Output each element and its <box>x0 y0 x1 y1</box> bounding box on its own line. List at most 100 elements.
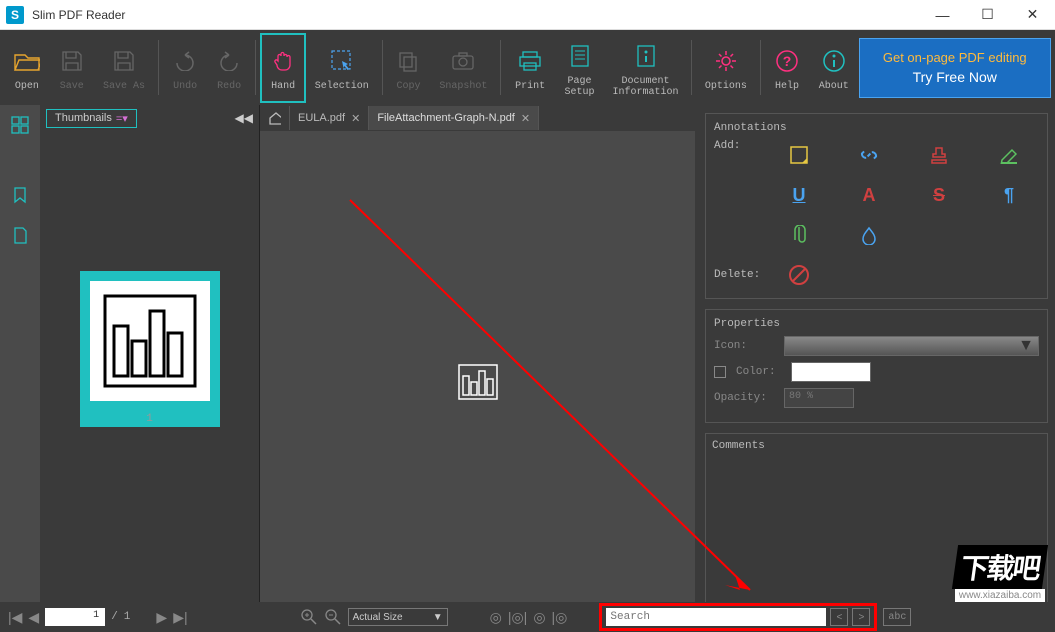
home-tab[interactable] <box>260 106 290 130</box>
bookmark-icon[interactable] <box>6 181 34 209</box>
zoom-out-icon[interactable] <box>324 608 342 626</box>
view-mode-icon[interactable]: ◎ <box>490 609 502 626</box>
print-button[interactable]: Print <box>505 33 554 103</box>
last-page-button[interactable]: ▶| <box>173 609 187 626</box>
titlebar: S Slim PDF Reader — ☐ ✕ <box>0 0 1055 30</box>
highlight-icon[interactable] <box>979 140 1039 170</box>
minimize-button[interactable]: — <box>920 0 965 30</box>
link-icon[interactable] <box>839 140 899 170</box>
maximize-button[interactable]: ☐ <box>965 0 1010 30</box>
open-button[interactable]: Open <box>4 33 50 103</box>
document-area: EULA.pdf✕ FileAttachment-Graph-N.pdf✕ <box>260 105 695 632</box>
options-button[interactable]: Options <box>696 33 756 103</box>
search-input[interactable] <box>606 608 826 626</box>
save-icon <box>61 43 83 79</box>
delete-label: Delete: <box>714 269 769 281</box>
close-tab-icon[interactable]: ✕ <box>351 112 360 125</box>
thumbnail-page-1[interactable]: 1 <box>80 271 220 427</box>
app-title: Slim PDF Reader <box>32 8 920 22</box>
prev-page-button[interactable]: ◀ <box>28 609 39 626</box>
thumbnails-dropdown[interactable]: Thumbnails=▾ <box>46 109 137 128</box>
separator <box>158 40 159 95</box>
view-mode-icon[interactable]: |◎| <box>508 609 528 626</box>
attachment-icon[interactable] <box>6 221 34 249</box>
page-setup-button[interactable]: Page Setup <box>555 33 604 103</box>
page-total: 1 <box>124 611 131 623</box>
hand-tool-button[interactable]: Hand <box>260 33 306 103</box>
icon-label: Icon: <box>714 340 774 352</box>
document-info-icon <box>636 38 656 74</box>
separator <box>500 40 501 95</box>
add-label: Add: <box>714 140 769 250</box>
copy-icon <box>397 43 419 79</box>
first-page-button[interactable]: |◀ <box>8 609 22 626</box>
delete-annotation-icon[interactable] <box>769 260 829 290</box>
snapshot-button[interactable]: Snapshot <box>430 33 496 103</box>
help-button[interactable]: ? Help <box>765 33 809 103</box>
camera-icon <box>451 43 475 79</box>
help-icon: ? <box>775 43 799 79</box>
document-view[interactable] <box>260 131 695 632</box>
color-label: Color: <box>736 366 781 378</box>
view-mode-icon[interactable]: ◎ <box>533 609 545 626</box>
folder-open-icon <box>14 43 40 79</box>
redo-button[interactable]: Redo <box>207 33 251 103</box>
underline-icon[interactable]: U <box>769 180 829 210</box>
view-mode-icon[interactable]: |◎ <box>552 609 568 626</box>
search-highlight: < > <box>599 603 877 631</box>
comments-box: Comments <box>705 433 1048 624</box>
search-next-button[interactable]: > <box>852 608 870 626</box>
icon-select[interactable]: ▼ <box>784 336 1039 356</box>
left-strip <box>0 105 40 632</box>
save-as-button[interactable]: Save As <box>94 33 154 103</box>
close-tab-icon[interactable]: ✕ <box>521 112 530 125</box>
tab-eula[interactable]: EULA.pdf✕ <box>290 106 369 130</box>
sticky-note-icon[interactable] <box>769 140 829 170</box>
info-icon <box>822 43 846 79</box>
zoom-select[interactable]: Actual Size▼ <box>348 608 448 626</box>
collapse-panel-icon[interactable]: ◀◀ <box>235 111 253 125</box>
copy-button[interactable]: Copy <box>386 33 430 103</box>
watermark-tool-icon[interactable] <box>839 220 899 250</box>
undo-icon <box>173 43 197 79</box>
page-input[interactable]: 1 <box>45 608 105 626</box>
next-page-button[interactable]: ▶ <box>156 609 167 626</box>
selection-tool-button[interactable]: Selection <box>306 33 377 103</box>
zoom-in-icon[interactable] <box>300 608 318 626</box>
opacity-input[interactable]: 80 % <box>784 388 854 408</box>
attachment-tool-icon[interactable] <box>769 220 829 250</box>
document-info-button[interactable]: Document Information <box>604 33 686 103</box>
thumbnails-panel: Thumbnails=▾ ◀◀ 1 <box>40 105 260 632</box>
promo-banner[interactable]: Get on-page PDF editing Try Free Now <box>859 38 1051 98</box>
comments-title: Comments <box>712 440 1041 452</box>
save-button[interactable]: Save <box>50 33 94 103</box>
separator <box>691 40 692 95</box>
selection-icon <box>330 43 354 79</box>
text-icon[interactable]: A <box>839 180 899 210</box>
thumbnails-header: Thumbnails=▾ ◀◀ <box>40 105 259 131</box>
search-prev-button[interactable]: < <box>830 608 848 626</box>
stamp-icon[interactable] <box>909 140 969 170</box>
right-panel: Annotations Add: U A S ¶ <box>695 105 1055 632</box>
color-checkbox[interactable] <box>714 366 726 378</box>
close-button[interactable]: ✕ <box>1010 0 1055 30</box>
toolbar: Open Save Save As Undo Redo Hand Selecti… <box>0 30 1055 105</box>
paragraph-icon[interactable]: ¶ <box>979 180 1039 210</box>
svg-text:?: ? <box>783 53 792 69</box>
grid-view-icon[interactable] <box>6 111 34 139</box>
annotations-box: Annotations Add: U A S ¶ <box>705 113 1048 299</box>
separator <box>382 40 383 95</box>
color-swatch[interactable] <box>791 362 871 382</box>
separator <box>760 40 761 95</box>
annotations-title: Annotations <box>714 122 1039 134</box>
promo-line1: Get on-page PDF editing <box>883 50 1027 65</box>
hand-icon <box>272 43 294 79</box>
match-case-button[interactable]: abc <box>883 608 911 626</box>
strikethrough-icon[interactable]: S <box>909 180 969 210</box>
app-logo: S <box>6 6 24 24</box>
properties-title: Properties <box>714 318 1039 330</box>
undo-button[interactable]: Undo <box>163 33 207 103</box>
about-button[interactable]: About <box>809 33 858 103</box>
tab-fileattachment[interactable]: FileAttachment-Graph-N.pdf✕ <box>369 106 539 130</box>
print-icon <box>518 43 542 79</box>
